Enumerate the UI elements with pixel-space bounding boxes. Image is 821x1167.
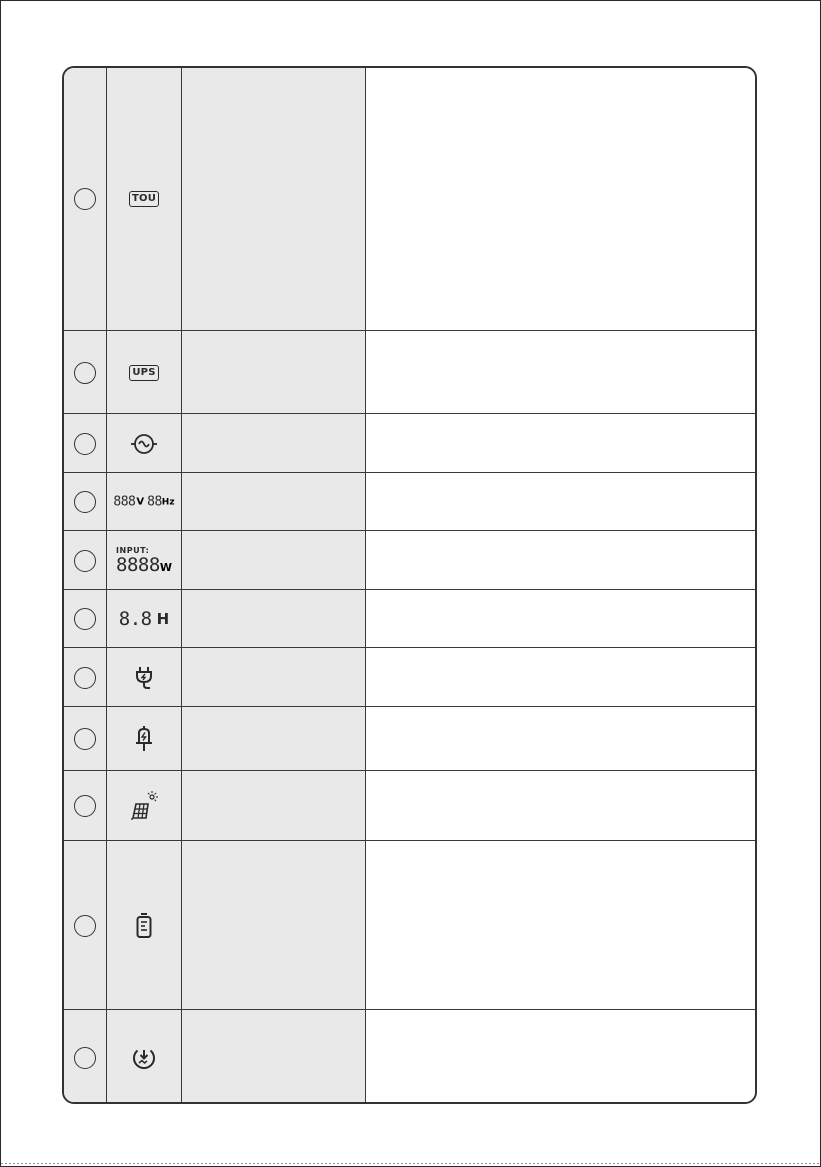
- row-number-cell: [64, 707, 107, 771]
- bottom-edge-pattern: [0, 1162, 821, 1165]
- table-row: [64, 706, 755, 771]
- row-number-circle: [74, 549, 96, 572]
- name-cell: [182, 414, 366, 473]
- table-row: 888 V 88 Hz: [64, 472, 755, 531]
- car-charging-icon: [136, 726, 152, 751]
- battery-level-icon: [136, 912, 152, 938]
- download-update-icon: [133, 1049, 155, 1069]
- name-cell: [182, 473, 366, 531]
- row-number-circle: [74, 491, 96, 513]
- table-row: [64, 647, 755, 707]
- description-cell: [366, 473, 755, 531]
- ac-sine-wave-icon: [131, 433, 157, 454]
- icon-cell: UPS: [107, 331, 182, 414]
- row-number-circle: [74, 666, 96, 689]
- row-number-cell: [64, 331, 107, 414]
- table-row: [64, 1009, 755, 1102]
- row-number-cell: [64, 771, 107, 841]
- name-cell: [182, 841, 366, 1010]
- icon-cell: [107, 771, 182, 841]
- description-cell: [366, 648, 755, 707]
- row-number-cell: [64, 648, 107, 707]
- table-row: UPS: [64, 330, 755, 414]
- name-cell: [182, 590, 366, 648]
- description-cell: [366, 841, 755, 1010]
- name-cell: [182, 68, 366, 330]
- icon-cell: 888 V 88 Hz: [107, 473, 182, 531]
- icon-legend-table: TOU UPS 888 V 88 Hz INPUT: 8888W 8.8 H: [62, 66, 757, 1104]
- name-cell: [182, 531, 366, 590]
- row-number-circle: [74, 728, 96, 750]
- name-cell: [182, 331, 366, 414]
- description-cell: [366, 531, 755, 590]
- icon-cell: INPUT: 8888W: [107, 531, 182, 590]
- icon-cell: [107, 414, 182, 473]
- row-number-circle: [74, 914, 96, 937]
- row-number-circle: [74, 795, 96, 817]
- row-number-cell: [64, 841, 107, 1010]
- row-number-cell: [64, 473, 107, 531]
- icon-cell: [107, 841, 182, 1010]
- hours-display-icon: 8.8 H: [118, 608, 170, 630]
- icon-cell: [107, 707, 182, 771]
- row-number-cell: [64, 414, 107, 473]
- icon-cell: TOU: [107, 68, 182, 330]
- row-number-cell: [64, 1010, 107, 1102]
- table-row: [64, 840, 755, 1010]
- row-number-cell: [64, 590, 107, 648]
- row-number-circle: [74, 361, 96, 384]
- description-cell: [366, 1010, 755, 1102]
- ups-badge-icon: UPS: [129, 364, 159, 381]
- row-number-cell: [64, 68, 107, 330]
- tou-badge-icon: TOU: [128, 191, 160, 207]
- row-number-circle: [74, 188, 96, 210]
- input-power-display-icon: INPUT: 8888W: [116, 545, 172, 576]
- description-cell: [366, 331, 755, 414]
- name-cell: [182, 707, 366, 771]
- row-number-circle: [74, 432, 96, 455]
- row-number-cell: [64, 531, 107, 590]
- description-cell: [366, 68, 755, 330]
- table-row: TOU: [64, 68, 755, 330]
- table-row: [64, 413, 755, 473]
- name-cell: [182, 648, 366, 707]
- description-cell: [366, 771, 755, 841]
- description-cell: [366, 707, 755, 771]
- row-number-circle: [74, 1046, 96, 1069]
- name-cell: [182, 771, 366, 841]
- row-number-circle: [74, 608, 96, 630]
- icon-cell: [107, 648, 182, 707]
- description-cell: [366, 414, 755, 473]
- table-row: INPUT: 8888W: [64, 530, 755, 590]
- ac-plug-charging-icon: [136, 666, 152, 689]
- icon-cell: [107, 1010, 182, 1102]
- description-cell: [366, 590, 755, 648]
- solar-panel-icon: [131, 791, 158, 820]
- name-cell: [182, 1010, 366, 1102]
- voltage-frequency-display-icon: 888 V 88 Hz: [113, 494, 175, 510]
- table-row: [64, 770, 755, 841]
- icon-cell: 8.8 H: [107, 590, 182, 648]
- table-row: 8.8 H: [64, 589, 755, 648]
